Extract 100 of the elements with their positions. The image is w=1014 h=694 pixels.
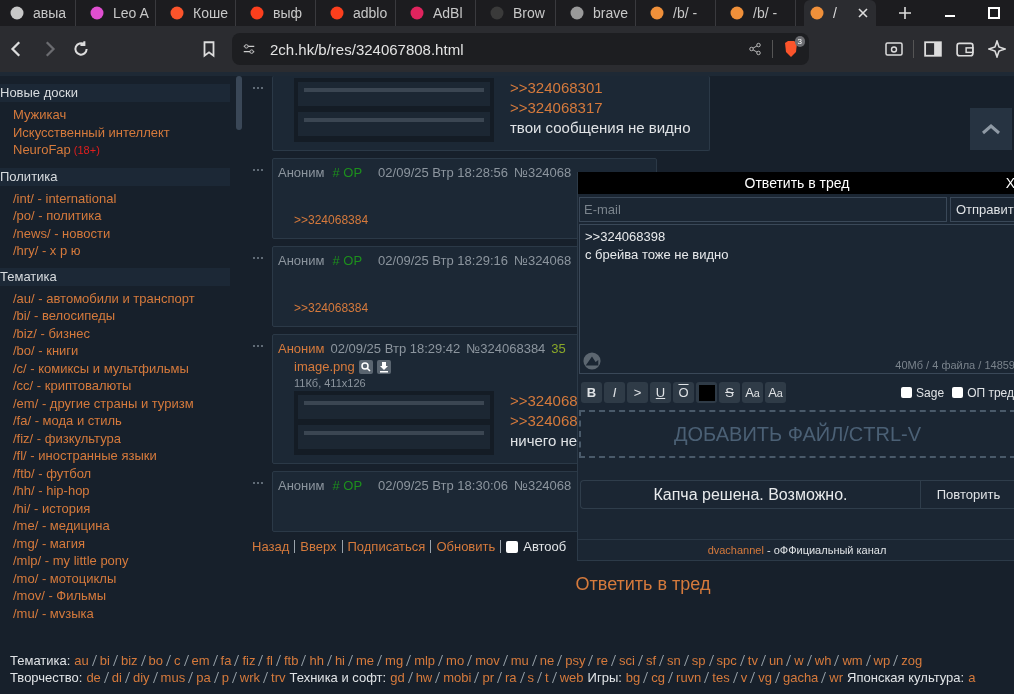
- format-button[interactable]: I: [604, 382, 625, 403]
- checkbox[interactable]: [901, 387, 913, 398]
- board-link[interactable]: vg: [758, 669, 772, 686]
- scrollbar-thumb[interactable]: [236, 76, 242, 130]
- board-link[interactable]: /biz/ - бизнес: [13, 324, 90, 342]
- board-link[interactable]: tv: [747, 652, 758, 669]
- board-link[interactable]: c: [174, 652, 181, 669]
- board-link[interactable]: /fiz/ - физкультура: [13, 429, 121, 447]
- board-link[interactable]: hw: [415, 669, 433, 686]
- board-link[interactable]: bg: [625, 669, 641, 686]
- board-link[interactable]: /c/ - комиксы и мультфильмы: [13, 359, 189, 377]
- lion-shield-icon[interactable]: [783, 40, 799, 58]
- more-icon[interactable]: [252, 86, 264, 90]
- checkbox-label[interactable]: Автооб: [523, 539, 567, 554]
- board-link[interactable]: /mov/ - Фильмы: [13, 587, 107, 605]
- board-link[interactable]: /bo/ - книги: [13, 342, 79, 360]
- board-link[interactable]: em: [191, 652, 210, 669]
- board-link[interactable]: bi: [99, 652, 110, 669]
- sidebar-icon[interactable]: [924, 40, 942, 58]
- board-link[interactable]: pr: [482, 669, 494, 686]
- scroll-up-button[interactable]: [970, 108, 1012, 150]
- post-number[interactable]: №324068: [513, 165, 572, 180]
- board-link[interactable]: t: [545, 669, 549, 686]
- board-link[interactable]: mu: [510, 652, 529, 669]
- more-icon[interactable]: [252, 168, 264, 172]
- screen-search-icon[interactable]: [885, 40, 903, 58]
- board-link[interactable]: me: [356, 652, 375, 669]
- reply-link[interactable]: >>324068: [510, 412, 578, 429]
- board-link[interactable]: wh: [814, 652, 832, 669]
- sparkle-icon[interactable]: [988, 40, 1006, 58]
- maximize-icon[interactable]: [988, 7, 1000, 19]
- screenshot-thumbnail[interactable]: [294, 391, 494, 455]
- file-link[interactable]: image.png: [294, 359, 355, 374]
- board-link[interactable]: v: [740, 669, 748, 686]
- board-link[interactable]: pa: [196, 669, 211, 686]
- board-link[interactable]: mo: [446, 652, 465, 669]
- post-number[interactable]: №324068384: [466, 341, 546, 356]
- retry-button[interactable]: Повторить: [921, 481, 1014, 508]
- reply-link[interactable]: >>324068301: [510, 79, 603, 96]
- board-link[interactable]: w: [794, 652, 804, 669]
- board-link[interactable]: /int/ - international: [13, 189, 117, 207]
- thread-link[interactable]: Обновить: [436, 539, 496, 554]
- email-field[interactable]: E-mail: [579, 197, 947, 222]
- format-button[interactable]: >: [627, 382, 648, 403]
- board-link[interactable]: /mu/ - мvзыка: [13, 604, 94, 622]
- board-link[interactable]: /mlp/ - my little pony: [13, 552, 129, 570]
- board-link[interactable]: au: [74, 652, 89, 669]
- board-link[interactable]: sn: [667, 652, 681, 669]
- download-icon[interactable]: [376, 359, 391, 374]
- board-link[interactable]: gd: [390, 669, 405, 686]
- thread-link[interactable]: Подписаться: [347, 539, 426, 554]
- more-icon[interactable]: [252, 481, 264, 485]
- board-link[interactable]: sf: [645, 652, 657, 669]
- board-link[interactable]: /cc/ - криптовалюты: [13, 377, 132, 395]
- board-link[interactable]: wm: [842, 652, 863, 669]
- board-link[interactable]: /hry/ - х р ю: [13, 242, 81, 260]
- reload-icon[interactable]: [72, 40, 90, 58]
- board-link[interactable]: spc: [716, 652, 737, 669]
- board-link[interactable]: bo: [148, 652, 164, 669]
- board-link[interactable]: un: [768, 652, 784, 669]
- thread-link[interactable]: Вверх: [300, 539, 337, 554]
- board-link[interactable]: gacha: [782, 669, 819, 686]
- board-link[interactable]: /news/ - новости: [13, 224, 111, 242]
- board-link[interactable]: /ftb/ - футбол: [13, 464, 92, 482]
- format-button[interactable]: S: [719, 382, 740, 403]
- board-link[interactable]: wp: [873, 652, 891, 669]
- reply-link[interactable]: >>324068317: [510, 99, 603, 116]
- reply-link[interactable]: >>324068384: [294, 301, 369, 315]
- checkbox-label[interactable]: Sage: [916, 385, 945, 400]
- board-link[interactable]: /hi/ - история: [13, 499, 91, 517]
- board-link[interactable]: cg: [651, 669, 666, 686]
- board-link[interactable]: diy: [132, 669, 150, 686]
- board-link[interactable]: ra: [505, 669, 517, 686]
- board-link[interactable]: mobi: [443, 669, 472, 686]
- address-bar[interactable]: 2ch.hk/b/res/324067808.html 3: [232, 33, 809, 65]
- board-link[interactable]: sci: [619, 652, 635, 669]
- board-link[interactable]: /mg/ - магия: [13, 534, 86, 552]
- board-link[interactable]: wrk: [239, 669, 261, 686]
- board-link[interactable]: hi: [334, 652, 345, 669]
- more-icon[interactable]: [252, 344, 264, 348]
- screenshot-thumbnail[interactable]: [294, 78, 494, 142]
- board-link[interactable]: re: [596, 652, 609, 669]
- board-link[interactable]: /mo/ - мотоциклы: [13, 569, 117, 587]
- board-link[interactable]: mov: [475, 652, 500, 669]
- board-link[interactable]: /em/ - другие страны и туризм: [13, 394, 194, 412]
- format-button[interactable]: U: [650, 382, 671, 403]
- board-link[interactable]: mus: [160, 669, 186, 686]
- board-link[interactable]: /bi/ - велосипеды: [13, 307, 116, 325]
- board-link[interactable]: trv: [271, 669, 286, 686]
- board-link[interactable]: ne: [539, 652, 555, 669]
- board-link[interactable]: a: [968, 669, 976, 686]
- board-link[interactable]: di: [111, 669, 122, 686]
- board-link[interactable]: /po/ - политика: [13, 207, 102, 225]
- board-link[interactable]: sp: [691, 652, 706, 669]
- board-link[interactable]: /fl/ - иностранные языки: [13, 447, 157, 465]
- site-settings-icon[interactable]: [242, 42, 256, 56]
- board-link[interactable]: tes: [712, 669, 730, 686]
- close-icon[interactable]: [858, 8, 868, 18]
- wallet-icon[interactable]: [956, 40, 974, 58]
- board-link[interactable]: mlp: [414, 652, 436, 669]
